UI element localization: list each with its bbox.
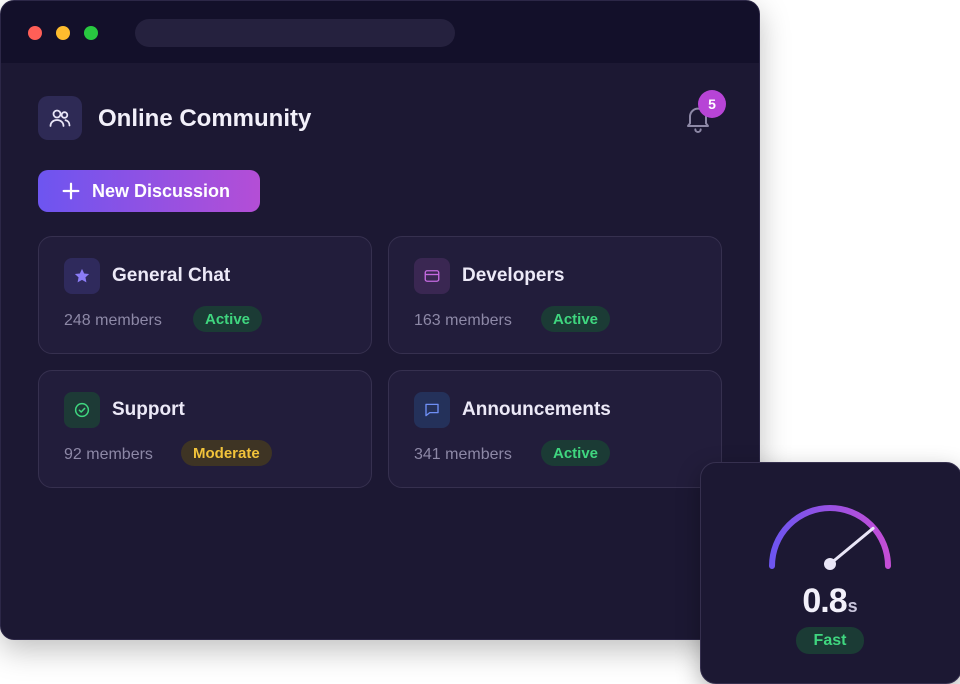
status-badge: Moderate: [181, 440, 272, 466]
member-count: 248 members: [64, 312, 162, 329]
gauge-arc: [769, 505, 891, 569]
speed-gauge: [769, 505, 891, 570]
group-name: Support: [112, 399, 185, 420]
close-window-button[interactable]: [28, 26, 42, 40]
gauge-needle: [828, 526, 875, 566]
member-count: 163 members: [414, 312, 512, 329]
new-discussion-button[interactable]: New Discussion: [38, 170, 260, 212]
response-time-unit: s: [847, 596, 858, 616]
title-bar: [1, 1, 759, 63]
check-circle-icon: [74, 402, 90, 418]
gauge-pivot: [824, 558, 836, 570]
card-icon: [424, 270, 440, 282]
group-card-announcements[interactable]: Announcements 341 members Active: [388, 370, 722, 488]
group-card-developers[interactable]: Developers 163 members Active: [388, 236, 722, 354]
group-card-support[interactable]: Support 92 members Moderate: [38, 370, 372, 488]
users-icon: [49, 109, 71, 127]
group-card-general-chat[interactable]: General Chat 248 members Active: [38, 236, 372, 354]
new-discussion-label: New Discussion: [92, 180, 231, 201]
group-icon-wrap: [64, 392, 100, 428]
group-name: General Chat: [112, 265, 231, 286]
notification-badge: 5: [698, 90, 726, 118]
community-logo: [38, 96, 82, 140]
chat-bubble-icon: [425, 403, 439, 417]
status-badge: Active: [193, 306, 263, 332]
status-badge: Active: [541, 306, 611, 332]
response-time-readout: 0.8s: [700, 582, 960, 621]
group-name: Announcements: [462, 399, 611, 420]
group-icon-wrap: [64, 258, 100, 294]
response-time-value: 0.8: [802, 582, 847, 620]
plus-icon: [62, 182, 80, 200]
member-count: 92 members: [64, 446, 153, 463]
maximize-window-button[interactable]: [84, 26, 98, 40]
minimize-window-button[interactable]: [56, 26, 70, 40]
member-count: 341 members: [414, 446, 512, 463]
group-name: Developers: [462, 265, 565, 286]
star-icon: [74, 268, 90, 283]
group-icon-wrap: [414, 392, 450, 428]
page-title: Online Community: [98, 105, 312, 132]
speed-status-badge: Fast: [796, 627, 864, 654]
group-icon-wrap: [414, 258, 450, 294]
status-badge: Active: [541, 440, 611, 466]
address-bar[interactable]: [135, 19, 455, 47]
